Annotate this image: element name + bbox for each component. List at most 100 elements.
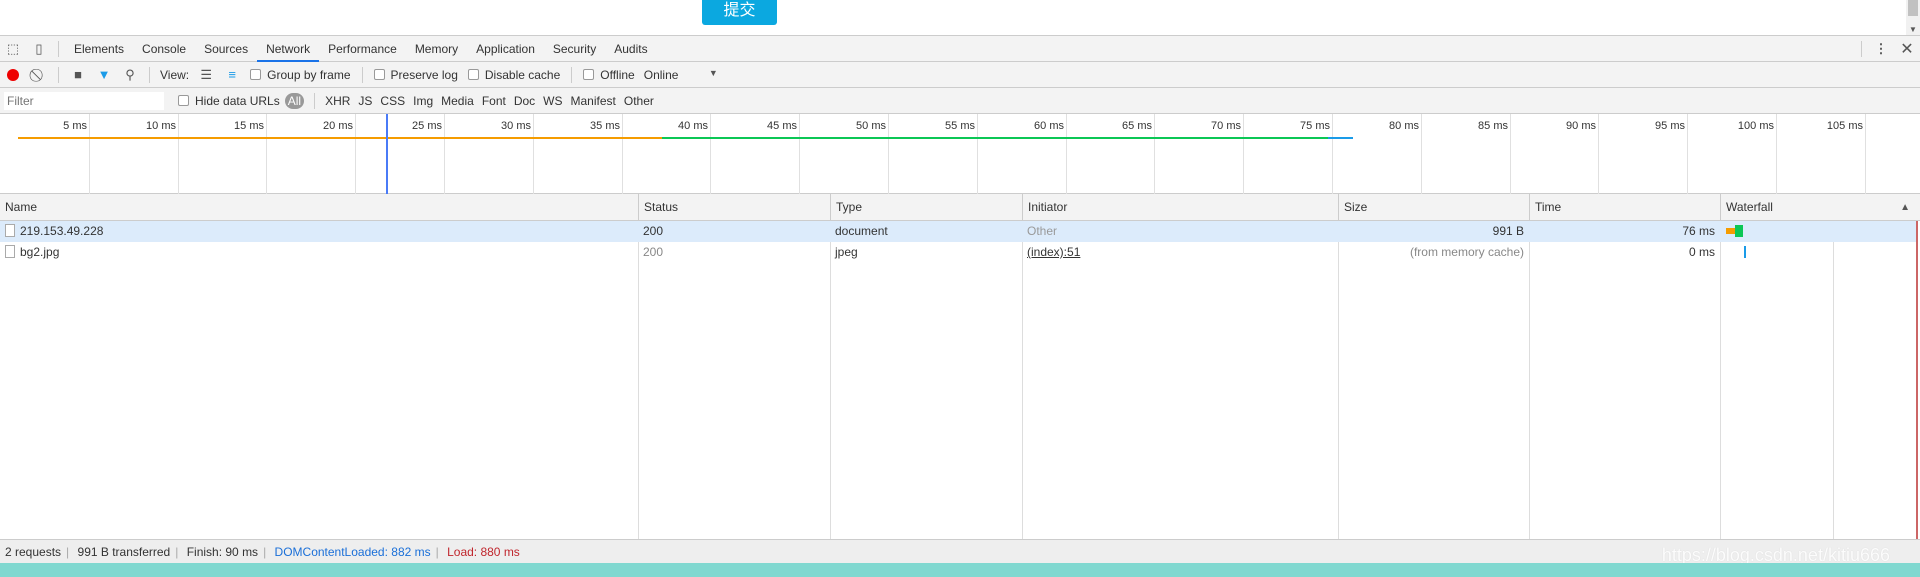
- cell-time: 0 ms: [1529, 242, 1720, 263]
- size-text: (from memory cache): [1409, 245, 1524, 259]
- tab-security[interactable]: Security: [544, 36, 605, 62]
- transferred-size: 991 B transferred: [77, 545, 171, 559]
- tab-audits[interactable]: Audits: [605, 36, 656, 62]
- network-overview-timeline[interactable]: 5 ms 10 ms 15 ms 20 ms 25 ms 30 ms 35 ms 40 ms 4…: [0, 114, 1920, 194]
- tick-label: 15 ms: [234, 120, 264, 132]
- search-icon[interactable]: ⚲: [122, 67, 138, 83]
- disable-cache-checkbox[interactable]: Disable cache: [467, 67, 561, 82]
- chevron-down-icon: ▼: [708, 67, 718, 78]
- inspect-element-icon[interactable]: ⬚: [5, 41, 21, 57]
- large-rows-icon[interactable]: ☰: [198, 67, 214, 83]
- disable-cache-label: Disable cache: [484, 67, 561, 82]
- request-count: 2 requests: [5, 545, 62, 559]
- tab-console[interactable]: Console: [133, 36, 195, 62]
- filter-input[interactable]: [4, 91, 164, 110]
- tick-label: 85 ms: [1478, 120, 1508, 132]
- tab-elements[interactable]: Elements: [65, 36, 133, 62]
- tab-application[interactable]: Application: [467, 36, 544, 62]
- dom-content-loaded-marker: [386, 114, 388, 194]
- column-header-type[interactable]: Type: [830, 194, 1022, 221]
- column-header-size[interactable]: Size: [1338, 194, 1529, 221]
- group-by-frame-checkbox[interactable]: Group by frame: [250, 68, 351, 82]
- tab-sources[interactable]: Sources: [195, 36, 257, 62]
- timeline-tick: 45 ms: [767, 114, 800, 194]
- tick-label: 5 ms: [63, 120, 87, 132]
- column-header-time[interactable]: Time: [1529, 194, 1720, 221]
- filter-type-other[interactable]: Other: [620, 94, 658, 108]
- filter-type-xhr[interactable]: XHR: [321, 94, 354, 108]
- size-text: 991 B: [1492, 224, 1524, 238]
- column-divider: [1338, 221, 1339, 539]
- request-row[interactable]: 219.153.49.228 200 document Other 991 B 76 ms: [0, 221, 1916, 242]
- column-header-name[interactable]: Name: [0, 194, 638, 221]
- filter-type-media[interactable]: Media: [437, 94, 478, 108]
- cell-status: 200: [638, 221, 830, 242]
- submit-button[interactable]: 提交: [702, 0, 777, 25]
- column-divider: [1720, 221, 1721, 539]
- tick-label: 55 ms: [945, 120, 975, 132]
- filter-type-font[interactable]: Font: [478, 94, 510, 108]
- filter-type-img[interactable]: Img: [409, 94, 437, 108]
- timeline-tick: 105 ms: [1827, 114, 1866, 194]
- timeline-tick: 20 ms: [323, 114, 356, 194]
- view-label: View:: [160, 67, 190, 82]
- timeline-tick: 55 ms: [945, 114, 978, 194]
- timeline-tick: 35 ms: [590, 114, 623, 194]
- cell-type: jpeg: [830, 242, 1022, 263]
- throttling-select[interactable]: Online ▼: [644, 68, 718, 82]
- waiting-bar: [17, 137, 663, 139]
- status-text: 200: [643, 245, 664, 259]
- request-row[interactable]: bg2.jpg 200 jpeg (index):51 (from memory cac…: [0, 242, 1916, 263]
- overview-icon[interactable]: ≡: [224, 67, 240, 83]
- timeline-tick: 75 ms: [1300, 114, 1333, 194]
- network-table-header: Name Status Type Initiator Size Time Waterfall…: [0, 194, 1920, 221]
- timeline-tick: 25 ms: [412, 114, 445, 194]
- more-menu-icon[interactable]: ⋮: [1873, 41, 1889, 57]
- filter-type-all[interactable]: All: [284, 92, 305, 109]
- filter-type-js[interactable]: JS: [354, 94, 376, 108]
- type-text: jpeg: [835, 245, 858, 259]
- device-toolbar-icon[interactable]: ▯: [31, 41, 47, 57]
- timeline-tick: 40 ms: [678, 114, 711, 194]
- preserve-log-checkbox[interactable]: Preserve log: [373, 67, 458, 82]
- tab-performance[interactable]: Performance: [319, 36, 406, 62]
- tick-label: 25 ms: [412, 120, 442, 132]
- column-header-waterfall[interactable]: Waterfall: [1720, 194, 1916, 221]
- preserve-log-label: Preserve log: [390, 67, 458, 82]
- page-scrollbar[interactable]: ▼: [1906, 0, 1920, 35]
- tick-label: 70 ms: [1211, 120, 1241, 132]
- filter-type-css[interactable]: CSS: [376, 94, 409, 108]
- tick-label: 30 ms: [501, 120, 531, 132]
- tick-label: 50 ms: [856, 120, 886, 132]
- filter-type-ws[interactable]: WS: [539, 94, 566, 108]
- column-divider: [830, 221, 831, 539]
- sort-ascending-icon[interactable]: ▲: [1900, 194, 1910, 221]
- load-time: Load: 880 ms: [447, 545, 520, 559]
- tick-label: 35 ms: [590, 120, 620, 132]
- filter-type-manifest[interactable]: Manifest: [567, 94, 620, 108]
- hide-data-urls-checkbox[interactable]: Hide data URLs: [178, 94, 280, 108]
- offline-checkbox[interactable]: Offline: [583, 68, 635, 82]
- screenshot-camera-icon[interactable]: ■: [70, 67, 86, 83]
- cell-name: bg2.jpg: [0, 242, 638, 263]
- tab-memory[interactable]: Memory: [406, 36, 467, 62]
- timeline-tick: 30 ms: [501, 114, 534, 194]
- content-bar: [1328, 137, 1354, 139]
- cell-initiator: Other: [1022, 221, 1338, 242]
- clear-icon[interactable]: ⃠: [31, 67, 47, 83]
- filter-icon[interactable]: ▼: [96, 67, 112, 83]
- cell-initiator[interactable]: (index):51: [1022, 242, 1338, 263]
- column-divider: [1529, 221, 1530, 539]
- cell-size: 991 B: [1338, 221, 1529, 242]
- time-text: 0 ms: [1688, 245, 1715, 259]
- filter-type-doc[interactable]: Doc: [510, 94, 539, 108]
- record-icon[interactable]: [5, 67, 21, 83]
- column-header-status[interactable]: Status: [638, 194, 830, 221]
- close-icon[interactable]: ✕: [1899, 41, 1915, 58]
- column-header-initiator[interactable]: Initiator: [1022, 194, 1338, 221]
- tick-label: 75 ms: [1300, 120, 1330, 132]
- tab-network[interactable]: Network: [257, 36, 320, 62]
- timeline-tick: 50 ms: [856, 114, 889, 194]
- web-page: 提交 ▼: [0, 0, 1920, 35]
- tick-label: 10 ms: [146, 120, 176, 132]
